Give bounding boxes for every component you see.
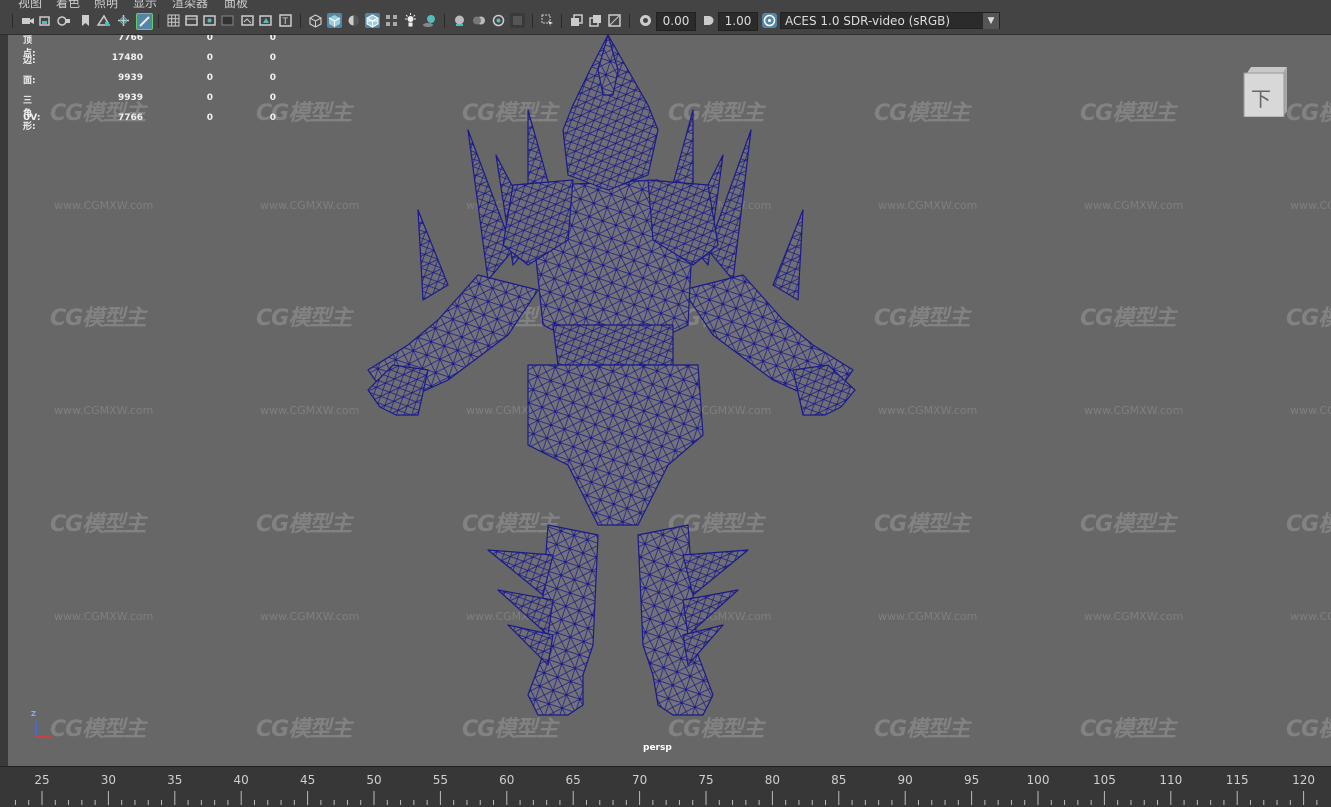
default-material-icon[interactable] <box>346 13 361 28</box>
timeline-tick-label: 55 <box>432 773 449 787</box>
camera-attributes-icon[interactable] <box>56 13 71 28</box>
menu-lighting[interactable]: 照明 <box>94 0 118 9</box>
color-space-value: ACES 1.0 SDR-video (sRGB) <box>785 14 951 28</box>
xray-joints-icon[interactable] <box>569 13 584 28</box>
toolbar-separator <box>444 14 445 28</box>
film-gate-icon[interactable] <box>184 13 199 28</box>
2d-pan-zoom-icon[interactable] <box>116 13 131 28</box>
xray-icon[interactable] <box>384 13 399 28</box>
timeline-tick-label: 95 <box>963 773 980 787</box>
toolbar-separator <box>561 14 562 28</box>
xray-active-components-icon[interactable] <box>588 13 603 28</box>
helmet-crest <box>597 35 619 96</box>
toolbar-separator <box>629 14 630 28</box>
camera-lock-icon[interactable] <box>38 13 53 28</box>
viewport-persp[interactable]: CG模型主 www.CGMXW.com CG模型主 www.CGMXW.com CG模型… <box>8 35 1331 766</box>
timeline-tick-label: 30 <box>100 773 117 787</box>
resolution-gate-icon[interactable] <box>202 13 217 28</box>
smooth-shade-icon[interactable] <box>327 13 342 28</box>
gamma-field[interactable]: 1.00 <box>718 12 758 31</box>
bookmark-icon[interactable] <box>78 13 93 28</box>
skirt <box>527 364 704 526</box>
wireframe-shading-icon[interactable] <box>308 13 323 28</box>
armored-character-wireframe-mesh[interactable] <box>8 35 1331 766</box>
menu-view[interactable]: 视图 <box>18 0 42 9</box>
time-slider[interactable]: 25 30 35 40 45 50 55 60 65 70 75 80 85 90 95 100 105 110 1… <box>0 766 1331 807</box>
timeline-tick-label: 75 <box>698 773 714 787</box>
timeline-tick-label: 45 <box>299 773 316 787</box>
exposure-icon[interactable] <box>638 13 653 28</box>
isolate-select-icon[interactable] <box>540 13 555 28</box>
svg-text:T: T <box>282 17 289 27</box>
timeline-tick-label: 60 <box>499 773 515 787</box>
camera-select-icon[interactable] <box>20 13 35 28</box>
screen-space-ao-icon[interactable] <box>452 13 467 28</box>
depth-of-field-icon[interactable] <box>510 13 525 28</box>
timeline-ruler <box>14 791 1318 805</box>
gate-mask-icon[interactable] <box>220 13 235 28</box>
image-plane-icon[interactable] <box>96 13 111 28</box>
viewport-left-frame <box>0 35 8 766</box>
view-cube-face-label: 下 <box>1251 87 1271 111</box>
timeline-tick-label: 120 <box>1292 773 1316 787</box>
menu-show[interactable]: 显示 <box>133 0 157 9</box>
timeline-tick-label: 35 <box>167 773 183 787</box>
safe-action-icon[interactable] <box>258 13 273 28</box>
anti-aliasing-icon[interactable] <box>491 13 506 28</box>
shadows-icon[interactable] <box>422 13 437 28</box>
shoulder-spike <box>772 209 804 301</box>
motion-blur-icon[interactable] <box>472 13 487 28</box>
menu-shading[interactable]: 着色 <box>56 0 80 9</box>
timeline-tick-label: 80 <box>764 773 781 787</box>
color-management-icon[interactable] <box>762 13 777 28</box>
timeline-tick-label: 90 <box>897 773 913 787</box>
grid-icon[interactable] <box>166 13 181 28</box>
menu-renderer[interactable]: 渲染器 <box>172 0 208 9</box>
wireframe-on-shaded-icon[interactable] <box>365 13 380 28</box>
camera-name-label: persp <box>643 743 672 753</box>
panel-toolbar: T 0.00 1.00 ACES 1.0 SDR-video (sRGB) ▼ <box>0 9 1331 35</box>
timeline-tick-label: 70 <box>631 773 648 787</box>
toolbar-separator <box>158 14 159 28</box>
chevron-down-icon[interactable]: ▼ <box>983 13 999 29</box>
shoulder-spike <box>417 209 449 301</box>
timeline-tick-label: 25 <box>34 773 50 787</box>
timeline-tick-label: 110 <box>1159 773 1183 787</box>
toolbar-separator <box>12 14 13 28</box>
timeline-tick-label: 85 <box>831 773 847 787</box>
color-space-dropdown[interactable]: ACES 1.0 SDR-video (sRGB) ▼ <box>780 12 1000 29</box>
axis-z-label: Z <box>31 710 37 718</box>
toolbar-separator <box>532 14 533 28</box>
menu-panels[interactable]: 面板 <box>224 0 248 9</box>
knee-spike <box>487 549 554 596</box>
timeline-tick-label: 115 <box>1225 773 1249 787</box>
use-all-lights-icon[interactable] <box>403 13 418 28</box>
timeline-tick-label: 100 <box>1026 773 1050 787</box>
gamma-icon[interactable] <box>700 13 715 28</box>
timeline-tick-label: 105 <box>1092 773 1116 787</box>
timeline-tick-label: 50 <box>366 773 382 787</box>
safe-title-icon[interactable]: T <box>278 13 293 28</box>
timeline-tick-label: 40 <box>233 773 249 787</box>
field-chart-icon[interactable] <box>240 13 255 28</box>
grease-pencil-icon[interactable] <box>136 13 153 30</box>
timeline-tick-label: 65 <box>565 773 581 787</box>
menu-bar: 视图 着色 照明 显示 渲染器 面板 <box>0 0 1331 9</box>
knee-spike <box>682 549 749 596</box>
belt <box>552 324 674 366</box>
toolbar-separator <box>300 14 301 28</box>
exposure-field[interactable]: 0.00 <box>656 12 696 31</box>
backface-culling-icon[interactable] <box>607 13 622 28</box>
